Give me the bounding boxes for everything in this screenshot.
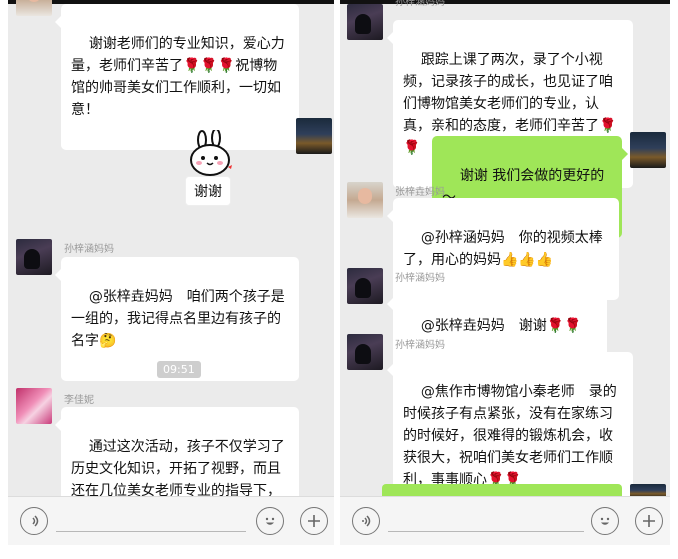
avatar[interactable] <box>347 4 383 40</box>
message-text: @孙梓涵妈妈 你的视频太棒了，用心的妈妈👍👍👍 <box>403 230 603 268</box>
chat-panel-left: 谢谢老师们的专业知识，爱心力量，老师们辛苦了🌹🌹🌹祝博物馆的帅哥美女们工作顺利，… <box>8 0 334 545</box>
plus-icon[interactable] <box>300 507 328 535</box>
sender-name: 孙梓涵妈妈 <box>395 0 445 8</box>
avatar[interactable] <box>347 182 383 218</box>
message-input[interactable] <box>56 531 246 532</box>
emoji-icon[interactable] <box>591 507 619 535</box>
voice-icon[interactable] <box>352 507 380 535</box>
avatar[interactable] <box>16 388 52 424</box>
sender-name: 孙梓涵妈妈 <box>64 244 114 255</box>
message-bubble[interactable]: @孙梓涵妈妈 你的视频太棒了，用心的妈妈👍👍👍 <box>387 198 619 300</box>
rabbit-sticker-icon <box>190 130 232 176</box>
plus-icon[interactable] <box>635 507 663 535</box>
sticker-caption: 谢谢 <box>185 176 231 206</box>
avatar[interactable] <box>347 268 383 304</box>
self-avatar[interactable] <box>630 132 666 168</box>
status-bar <box>340 0 670 4</box>
message-input[interactable] <box>388 531 584 532</box>
emoji-icon[interactable] <box>256 507 284 535</box>
input-toolbar <box>340 496 670 545</box>
avatar[interactable] <box>16 0 52 16</box>
sticker-message[interactable]: 谢谢 <box>182 130 242 214</box>
message-text: 谢谢老师们的专业知识，爱心力量，老师们辛苦了🌹🌹🌹祝博物馆的帅哥美女们工作顺利，… <box>71 36 285 118</box>
sender-name: 孙梓涵妈妈 <box>395 340 445 351</box>
sender-name: 李佳妮 <box>64 395 94 406</box>
message-text: @张梓垚妈妈 谢谢🌹🌹 <box>420 318 582 334</box>
input-toolbar <box>8 496 334 545</box>
voice-icon[interactable] <box>20 507 48 535</box>
sender-name: 张梓垚妈妈 <box>395 187 445 198</box>
self-avatar[interactable] <box>296 118 332 154</box>
timestamp: 09:51 <box>157 361 201 378</box>
sender-name: 孙梓涵妈妈 <box>395 273 445 284</box>
message-text: @焦作市博物馆小秦老师 录的时候孩子有点紧张，没有在家练习的时候好，很难得的锻炼… <box>403 384 617 488</box>
avatar[interactable] <box>16 239 52 275</box>
message-bubble[interactable]: 谢谢老师们的专业知识，爱心力量，老师们辛苦了🌹🌹🌹祝博物馆的帅哥美女们工作顺利，… <box>55 4 299 150</box>
avatar[interactable] <box>347 334 383 370</box>
message-text: @张梓垚妈妈 咱们两个孩子是一组的，我记得点名里边有孩子的名字🤔 <box>71 289 285 349</box>
chat-panel-right: 孙梓涵妈妈 跟踪上课了两次，录了个小视频，记录孩子的成长，也见证了咱们博物馆美女… <box>340 0 670 545</box>
